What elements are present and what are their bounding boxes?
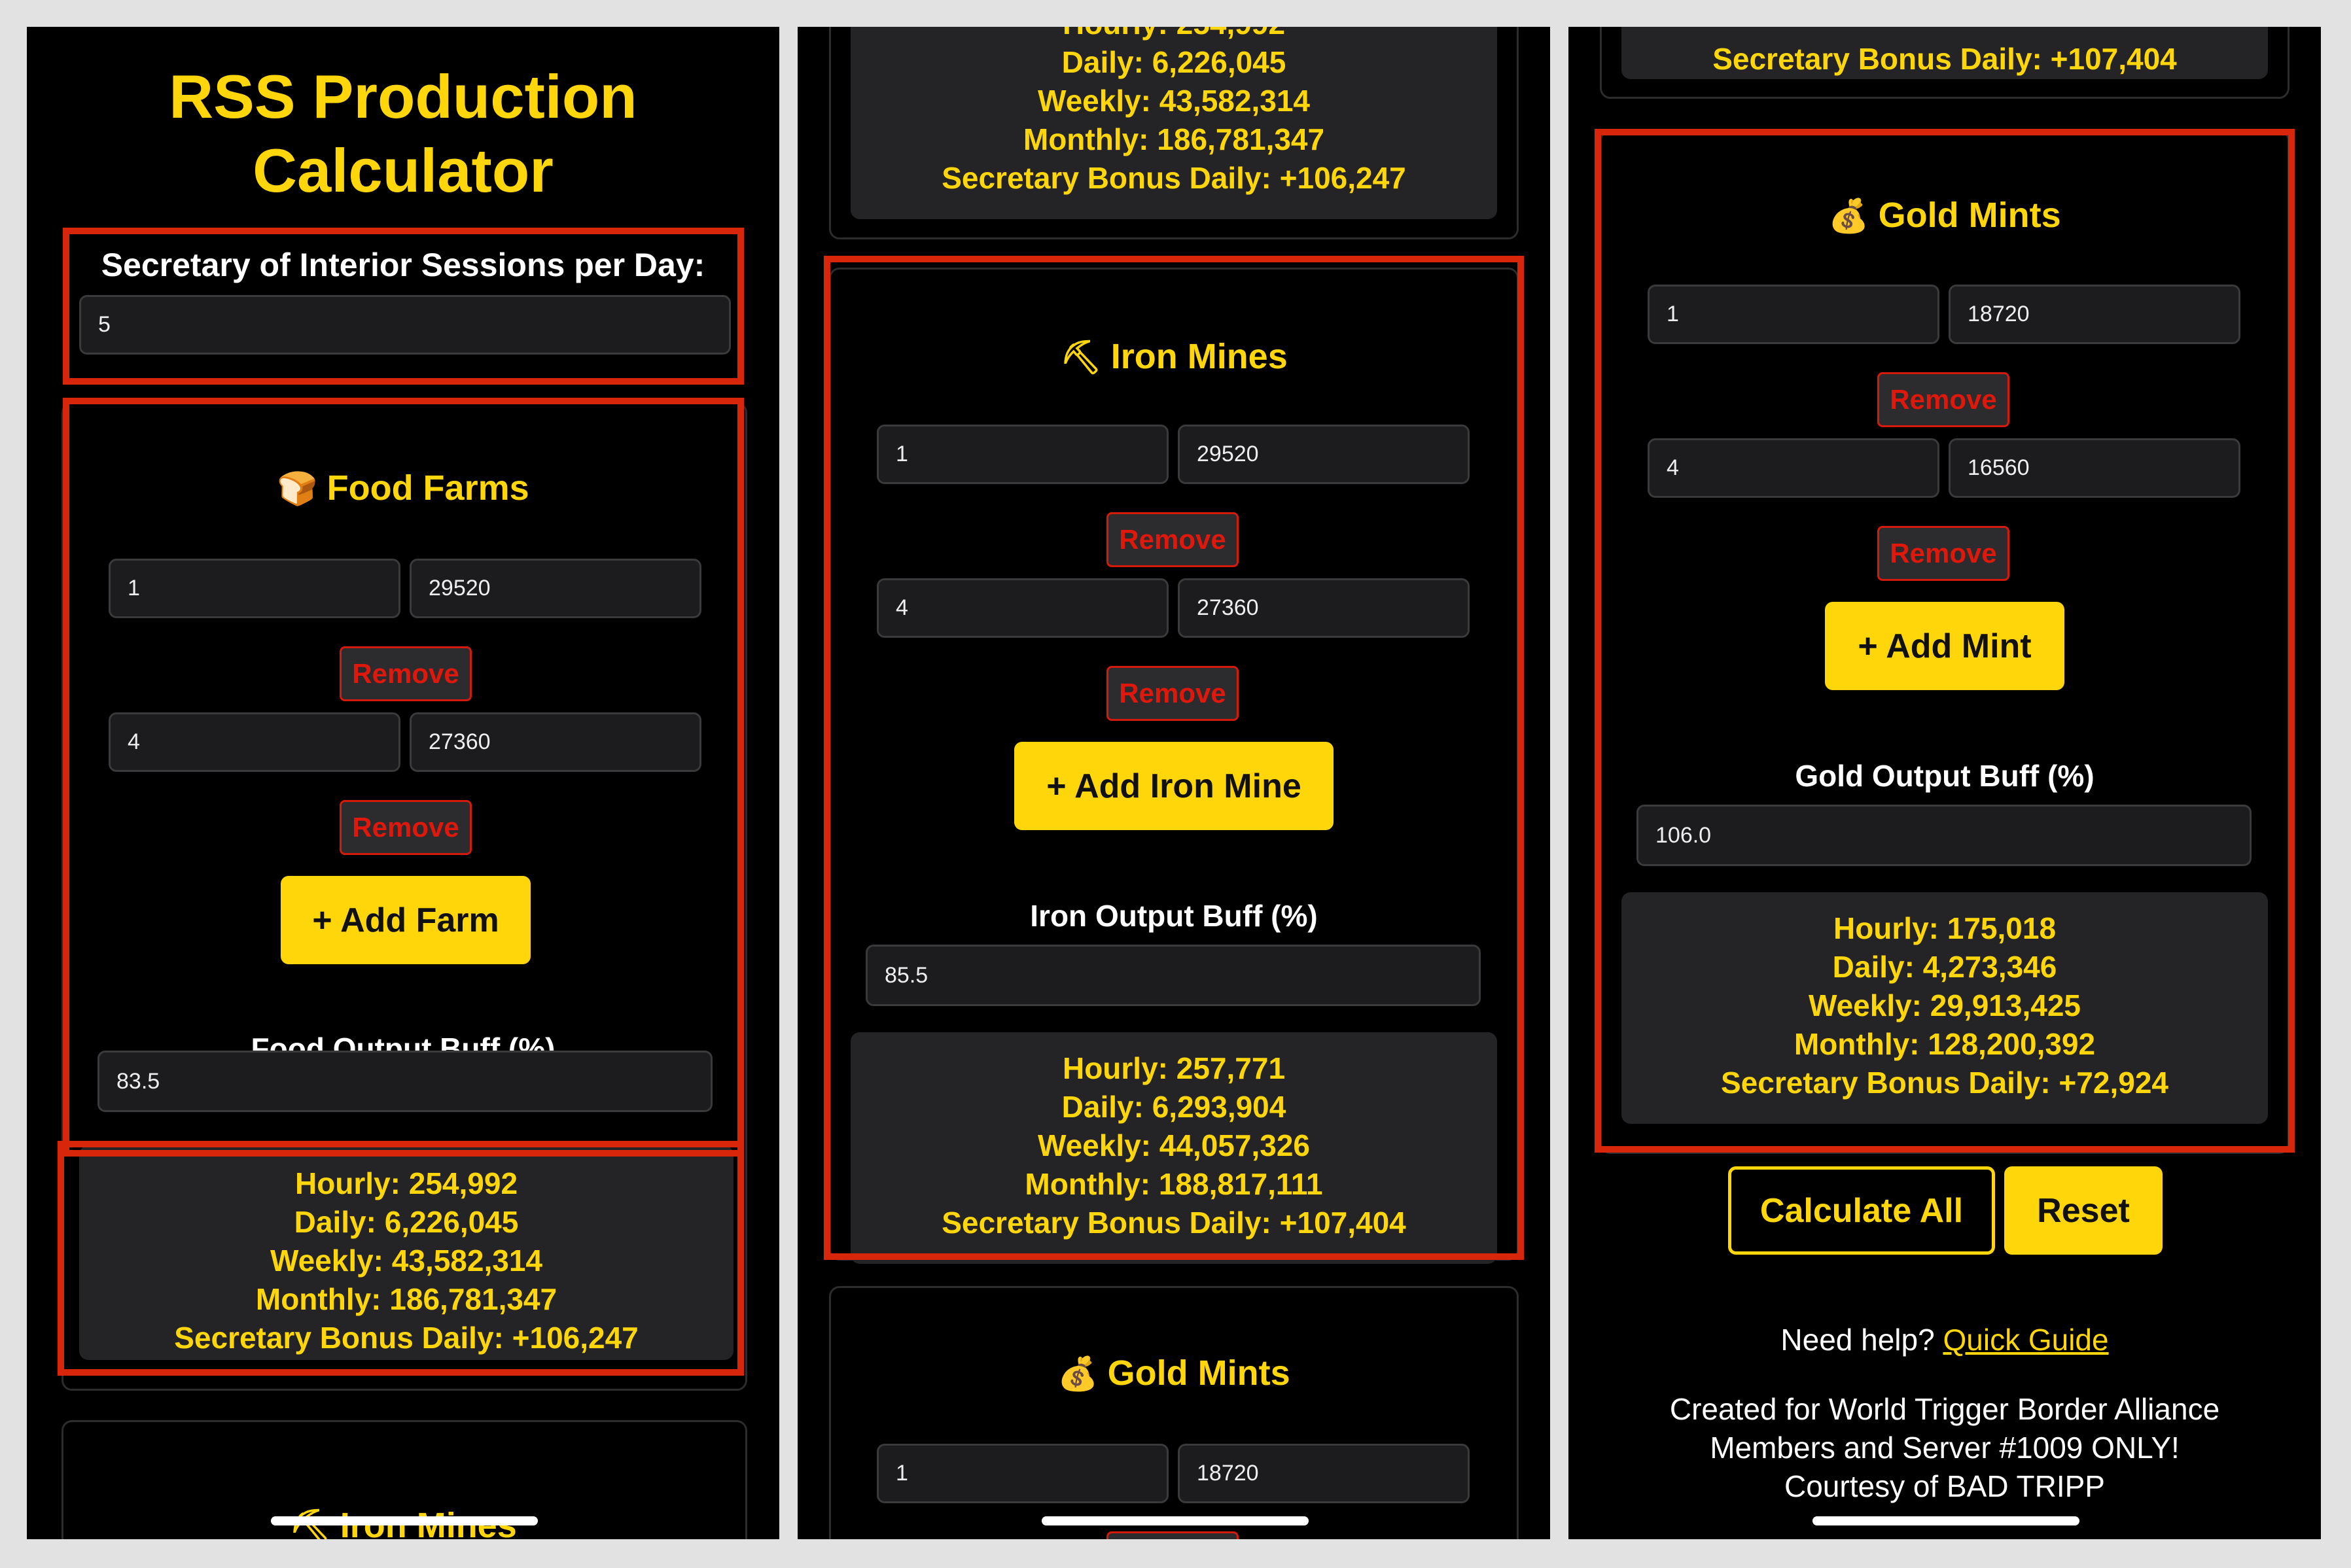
add-iron-mine-button[interactable]: + Add Iron Mine — [1014, 742, 1334, 830]
gold-level-input-1[interactable]: 1 — [877, 1444, 1169, 1503]
pickaxe-icon: ⛏ — [1060, 338, 1102, 376]
iron-hourly: Hourly: 257,771 — [1062, 1051, 1286, 1085]
food-level-input-2[interactable]: 4 — [109, 712, 400, 772]
food-level-input-1[interactable]: 1 — [109, 559, 400, 618]
iron-remove-button-2[interactable]: Remove — [1106, 666, 1239, 721]
iron-level-input-2[interactable]: 4 — [877, 578, 1169, 638]
gold-section-title: 💰 Gold Mints — [1828, 196, 2061, 235]
credit-line-2: Members and Server #1009 ONLY! — [1710, 1431, 2180, 1465]
food-monthly: Monthly: 186,781,347 — [1023, 122, 1325, 156]
food-bonus: Secretary Bonus Daily: +106,247 — [174, 1321, 639, 1355]
gold-amount-input-1[interactable]: 18720 — [1178, 1444, 1470, 1503]
gold-section-title-partial: 💰 Gold Mints — [1057, 1353, 1290, 1393]
food-weekly: Weekly: 43,582,314 — [1037, 84, 1311, 118]
home-indicator — [271, 1516, 538, 1525]
bread-icon: 🍞 — [277, 470, 318, 508]
page-title-line2: Calculator — [253, 136, 554, 205]
food-hourly: Hourly: 254,992 — [294, 1166, 518, 1200]
help-text: Need help? — [1780, 1323, 1935, 1357]
food-monthly: Monthly: 186,781,347 — [255, 1282, 557, 1316]
gold-amount-input-1[interactable]: 18720 — [1949, 285, 2240, 344]
money-bag-icon: 💰 — [1057, 1355, 1099, 1393]
sessions-label: Secretary of Interior Sessions per Day: — [101, 247, 705, 283]
food-remove-button-1[interactable]: Remove — [340, 646, 472, 701]
gold-buff-label: Gold Output Buff (%) — [1795, 759, 2095, 793]
gold-monthly: Monthly: 128,200,392 — [1794, 1027, 2096, 1061]
iron-amount-input-1[interactable]: 29520 — [1178, 425, 1470, 484]
food-bonus: Secretary Bonus Daily: +106,247 — [942, 161, 1406, 195]
help-line: Need help? Quick Guide — [1568, 1321, 2321, 1359]
gold-remove-button-partial[interactable] — [1106, 1531, 1239, 1539]
gold-level-input-2[interactable]: 4 — [1648, 438, 1939, 498]
gold-weekly: Weekly: 29,913,425 — [1808, 988, 2081, 1022]
gold-amount-input-2[interactable]: 16560 — [1949, 438, 2240, 498]
home-indicator — [1812, 1516, 2079, 1525]
food-daily: Daily: 6,226,045 — [1061, 45, 1286, 79]
screenshot-panel-2: Hourly: 254,992 Daily: 6,226,045 Weekly:… — [798, 27, 1550, 1539]
iron-monthly: Monthly: 188,817,111 — [1025, 1167, 1323, 1201]
gold-remove-button-1[interactable]: Remove — [1877, 372, 2009, 427]
food-buff-input[interactable]: 83.5 — [97, 1051, 713, 1112]
add-mint-button[interactable]: + Add Mint — [1825, 602, 2064, 690]
food-hourly: Hourly: 254,992 — [851, 27, 1497, 43]
home-indicator — [1042, 1516, 1309, 1525]
iron-amount-input-2[interactable]: 27360 — [1178, 578, 1470, 638]
food-amount-input-1[interactable]: 29520 — [410, 559, 701, 618]
gold-level-input-1[interactable]: 1 — [1648, 285, 1939, 344]
add-farm-button[interactable]: + Add Farm — [281, 876, 531, 964]
food-results-panel-partial: Hourly: 254,992 Daily: 6,226,045 Weekly:… — [851, 27, 1497, 219]
reset-button[interactable]: Reset — [2004, 1166, 2163, 1255]
credit-line-1: Created for World Trigger Border Allianc… — [1669, 1392, 2220, 1426]
screenshot-panel-3: Secretary Bonus Daily: +107,404 💰 Gold Mi… — [1568, 27, 2321, 1539]
food-weekly: Weekly: 43,582,314 — [270, 1244, 543, 1278]
quick-guide-link[interactable]: Quick Guide — [1943, 1323, 2108, 1357]
iron-buff-input[interactable]: 85.5 — [866, 945, 1481, 1006]
iron-weekly: Weekly: 44,057,326 — [1037, 1128, 1311, 1162]
gold-daily: Daily: 4,273,346 — [1832, 950, 2057, 984]
sessions-input[interactable]: 5 — [79, 295, 731, 355]
iron-bonus: Secretary Bonus Daily: +107,404 — [942, 1206, 1406, 1240]
money-bag-icon: 💰 — [1828, 197, 1869, 235]
iron-section-title: ⛏ Iron Mines — [1060, 337, 1288, 376]
food-results-panel: Hourly: 254,992 Daily: 6,226,045 Weekly:… — [79, 1145, 734, 1360]
credit-line-3: Courtesy of BAD TRIPP — [1784, 1469, 2105, 1503]
food-section-title: 🍞 Food Farms — [277, 468, 529, 508]
food-remove-button-2[interactable]: Remove — [340, 800, 472, 855]
iron-daily: Daily: 6,293,904 — [1061, 1090, 1286, 1124]
iron-level-input-1[interactable]: 1 — [877, 425, 1169, 484]
food-daily: Daily: 6,226,045 — [294, 1205, 519, 1239]
iron-results-panel-partial: Secretary Bonus Daily: +107,404 — [1621, 27, 2268, 79]
gold-bonus: Secretary Bonus Daily: +72,924 — [1721, 1066, 2168, 1100]
page-title-line1: RSS Production — [169, 62, 637, 131]
gold-results-panel: Hourly: 175,018 Daily: 4,273,346 Weekly:… — [1621, 892, 2268, 1124]
calculate-all-button[interactable]: Calculate All — [1728, 1166, 1995, 1255]
screenshot-panel-1: RSS Production Calculator Secretary of I… — [27, 27, 779, 1539]
gold-buff-input[interactable]: 106.0 — [1636, 805, 2252, 866]
food-amount-input-2[interactable]: 27360 — [410, 712, 701, 772]
iron-bonus: Secretary Bonus Daily: +107,404 — [1712, 42, 2177, 76]
gold-remove-button-2[interactable]: Remove — [1877, 526, 2009, 581]
iron-remove-button-1[interactable]: Remove — [1106, 512, 1239, 567]
gold-hourly: Hourly: 175,018 — [1833, 911, 2057, 945]
iron-buff-label: Iron Output Buff (%) — [1030, 899, 1318, 933]
iron-results-panel: Hourly: 257,771 Daily: 6,293,904 Weekly:… — [851, 1032, 1497, 1264]
